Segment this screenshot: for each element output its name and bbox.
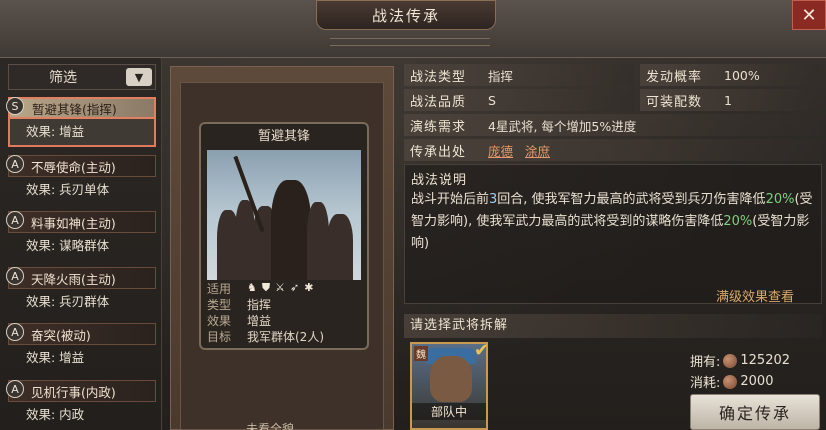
close-button[interactable]: ✕ [792, 0, 826, 30]
description-text: 战斗开始后前3回合, 使我军智力最高的武将受到兵刃伤害降低20%(受智力影响),… [411, 189, 819, 255]
title-ornament [330, 38, 490, 46]
meta-key: 效果 [207, 313, 232, 328]
filter-dropdown[interactable]: 筛选 ▼ [8, 64, 156, 90]
info-value: 1 [724, 92, 732, 108]
skill-name: 料事如神(主动) [8, 211, 156, 233]
skill-name: 奋突(被动) [8, 323, 156, 345]
info-value: 指挥 [488, 68, 514, 84]
description-fragment: 战斗开始后前 [411, 192, 490, 207]
origin-link[interactable]: 庞德 [488, 141, 513, 160]
info-label: 战法类型 [410, 69, 467, 85]
description-fragment: 回合, 使我军智力最高的武将受到兵刃伤害降低 [497, 192, 766, 207]
skill-name: 天降火雨(主动) [8, 267, 156, 289]
grade-badge: A [6, 267, 24, 285]
meta-row-type: 类型 指挥 [207, 296, 361, 312]
skill-list-item[interactable]: 暂避其锋(指挥) S 效果: 增益 [6, 97, 156, 147]
info-origin: 传承出处 庞德 涂庶 [404, 139, 822, 161]
confirm-inherit-button[interactable]: 确定传承 [690, 394, 820, 430]
window-title: 战法传承 [316, 0, 496, 30]
shield-icon: ⛊ [261, 281, 271, 294]
skill-effect: 效果: 增益 [26, 124, 85, 139]
info-type: 战法类型 指挥 [404, 64, 634, 86]
info-requirement: 演练需求 4星武将, 每个增加5%进度 [404, 114, 822, 136]
meta-key: 目标 [207, 329, 232, 344]
description-fragment: 20% [765, 192, 795, 207]
card-title: 暂避其锋 [257, 129, 310, 144]
general-name: 部队中 [412, 403, 486, 420]
info-label: 战法品质 [410, 94, 467, 110]
bow-icon: ➶ [290, 281, 300, 294]
card-artwork [207, 150, 361, 280]
info-label: 发动概率 [646, 69, 703, 85]
meta-row-effect: 效果 增益 [207, 312, 361, 328]
info-value: S [488, 92, 496, 108]
meta-value: 增益 [247, 313, 272, 328]
checkmark-icon: ✔ [474, 340, 490, 361]
origin-link[interactable]: 涂庶 [525, 141, 550, 160]
wheel-icon: ✱ [304, 281, 314, 294]
skill-name: 暂避其锋(指挥) [8, 97, 156, 119]
description-heading: 战法说明 [411, 173, 468, 188]
meta-key: 适用 [207, 281, 232, 296]
skill-name: 不辱使命(主动) [8, 155, 156, 177]
meta-row-target: 目标 我军群体(2人) [207, 328, 361, 344]
scroll-footer: 未看全貌 [246, 422, 295, 430]
meta-value: 指挥 [247, 297, 272, 312]
crossed-swords-icon: ⚔ [275, 281, 285, 294]
skill-list-item[interactable]: 见机行事(内政) A 效果: 内政 [6, 380, 156, 430]
close-icon: ✕ [801, 4, 817, 26]
info-label: 演练需求 [410, 119, 467, 135]
grade-badge: A [6, 155, 24, 173]
description-box: 战法说明 战斗开始后前3回合, 使我军智力最高的武将受到兵刃伤害降低20%(受智… [404, 164, 822, 304]
chevron-down-icon[interactable]: ▼ [126, 68, 152, 86]
meta-row-applicable: 适用 ♞ ⛊ ⚔ ➶ ✱ [207, 280, 361, 296]
info-value: 100% [724, 67, 760, 83]
grade-badge: A [6, 380, 24, 398]
info-rate: 发动概率 100% [640, 64, 822, 86]
owned-resource: 拥有: 125202 [690, 351, 790, 370]
cost-resource: 消耗: 2000 [690, 372, 773, 391]
faction-tag: 魏 [414, 346, 428, 361]
skill-name: 见机行事(内政) [8, 380, 156, 402]
cavalry-icon: ♞ [247, 281, 257, 294]
grade-badge: A [6, 211, 24, 229]
filter-label: 筛选 [49, 70, 77, 86]
grade-badge: S [6, 97, 24, 115]
description-fragment: 20% [723, 214, 753, 229]
owned-value: 125202 [740, 353, 791, 368]
info-label: 可装配数 [646, 94, 703, 110]
meta-value: 我军群体(2人) [247, 329, 324, 344]
skill-effect: 效果: 内政 [26, 407, 85, 422]
info-equip: 可装配数 1 [640, 89, 822, 111]
grade-badge: A [6, 323, 24, 341]
general-card[interactable]: 魏 ✔ 部队中 [410, 340, 490, 430]
coin-icon [723, 374, 738, 389]
meta-key: 类型 [207, 297, 232, 312]
skill-effect: 效果: 增益 [26, 350, 85, 365]
skill-list-item[interactable]: 料事如神(主动) A 效果: 谋略群体 [6, 211, 156, 261]
owned-label: 拥有: [690, 355, 721, 370]
card-meta: 适用 ♞ ⛊ ⚔ ➶ ✱ 类型 指挥 效果 增益 目标 我军群体(2人) [207, 280, 361, 346]
info-quality: 战法品质 S [404, 89, 634, 111]
skill-effect: 效果: 兵刃群体 [26, 294, 110, 309]
info-label: 传承出处 [410, 144, 467, 160]
max-effect-link[interactable]: 满级效果查看 [716, 286, 794, 305]
skill-effect: 效果: 谋略群体 [26, 238, 110, 253]
general-portrait [430, 356, 472, 402]
coin-icon [723, 353, 738, 368]
skill-list-item[interactable]: 不辱使命(主动) A 效果: 兵刃单体 [6, 155, 156, 205]
skill-list-item[interactable]: 奋突(被动) A 效果: 增益 [6, 323, 156, 373]
skill-list-item[interactable]: 天降火雨(主动) A 效果: 兵刃群体 [6, 267, 156, 317]
pick-general-header: 请选择武将拆解 [404, 314, 822, 338]
cost-label: 消耗: [690, 376, 721, 391]
skill-card: 暂避其锋 适用 ♞ ⛊ ⚔ ➶ ✱ 类型 指挥 效果 增益 目标 我军群体(2人… [199, 122, 369, 350]
info-value: 4星武将, 每个增加5%进度 [488, 118, 637, 134]
skill-effect: 效果: 兵刃单体 [26, 182, 110, 197]
cost-value: 2000 [740, 374, 774, 389]
